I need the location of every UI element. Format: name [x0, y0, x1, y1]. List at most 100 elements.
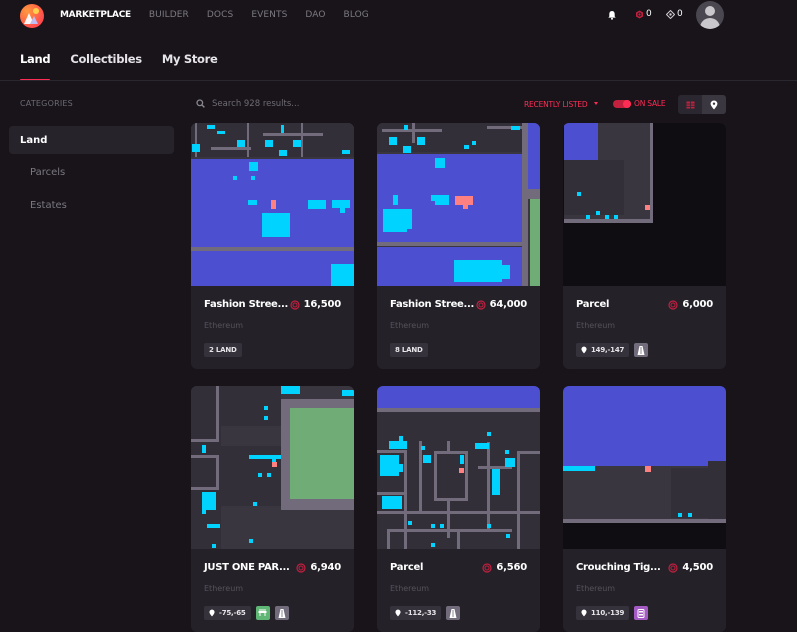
card-tags: 8 LAND [390, 343, 428, 357]
card-price: 64,000 [476, 299, 527, 310]
on-sale-label: ON SALE [634, 99, 666, 108]
land-card[interactable]: JUST ONE PAR... 6,940 Ethereum -75,-65 [191, 386, 354, 632]
sidebar-item-parcels[interactable]: Parcels [9, 158, 174, 186]
land-card[interactable]: Crouching Tig... 4,500 Ethereum 110,-139 [563, 386, 726, 632]
land-card[interactable]: Fashion Stree... 16,500 Ethereum 2 LAND [191, 123, 354, 369]
section-tabs: Land Collectibles My Store [20, 52, 238, 81]
eth-balance-value: 0 [677, 9, 683, 19]
card-network: Ethereum [390, 584, 430, 593]
district-proximity-icon [634, 606, 649, 620]
eth-balance[interactable]: 0 [666, 9, 683, 19]
land-map-thumbnail [191, 386, 354, 549]
on-sale-toggle[interactable] [613, 99, 631, 108]
header-divider [0, 80, 797, 81]
mana-balance[interactable]: 0 [635, 9, 652, 19]
mana-icon [476, 299, 486, 310]
card-network: Ethereum [576, 321, 616, 330]
road-proximity-icon [634, 343, 649, 357]
card-network: Ethereum [390, 321, 430, 330]
card-title: Fashion Stree... [204, 299, 289, 310]
estate-size-badge: 2 LAND [204, 343, 242, 357]
land-map-thumbnail [563, 123, 726, 286]
on-sale-toggle-group: ON SALE [613, 99, 666, 108]
land-map-thumbnail [563, 386, 726, 549]
coordinates-value: 110,-139 [591, 609, 625, 617]
card-price-value: 6,560 [496, 562, 527, 573]
land-card[interactable]: Parcel 6,000 Ethereum 149,-147 [563, 123, 726, 369]
mana-icon [668, 299, 678, 310]
nav-marketplace[interactable]: MARKETPLACE [60, 10, 131, 20]
card-network: Ethereum [204, 584, 244, 593]
map-pin-icon [209, 609, 215, 617]
card-tags: -112,-33 [390, 606, 461, 620]
map-pin-icon [710, 100, 718, 109]
map-view-button[interactable] [702, 95, 726, 114]
card-price-value: 4,500 [682, 562, 713, 573]
road-proximity-icon [274, 606, 289, 620]
mana-icon [482, 562, 492, 573]
tab-collectibles[interactable]: Collectibles [70, 52, 142, 80]
card-network: Ethereum [204, 321, 244, 330]
user-avatar-icon[interactable] [696, 1, 724, 29]
land-card[interactable]: Fashion Stree... 64,000 Ethereum 8 LAND [377, 123, 540, 369]
plaza-proximity-icon [255, 606, 270, 620]
tab-land[interactable]: Land [20, 52, 51, 81]
land-card[interactable]: Parcel 6,560 Ethereum -112,-33 [377, 386, 540, 632]
card-tags: 110,-139 [576, 606, 649, 620]
card-price: 6,560 [482, 562, 527, 573]
card-price: 6,940 [296, 562, 341, 573]
tab-my-store[interactable]: My Store [162, 52, 218, 80]
sort-label: RECENTLY LISTED [524, 100, 588, 109]
coordinates-value: 149,-147 [591, 346, 625, 354]
categories-heading: CATEGORIES [20, 99, 73, 108]
bell-icon[interactable] [607, 10, 617, 20]
nav-docs[interactable]: DOCS [207, 10, 233, 20]
card-tags: 2 LAND [204, 343, 242, 357]
card-price-value: 64,000 [489, 299, 528, 310]
grid-icon [686, 101, 694, 108]
map-pin-icon [581, 609, 587, 617]
coordinates-badge: 110,-139 [576, 606, 630, 620]
card-tags: 149,-147 [576, 343, 649, 357]
card-price-value: 16,500 [303, 299, 342, 310]
estate-size-badge: 8 LAND [390, 343, 428, 357]
decentraland-logo[interactable] [20, 4, 44, 28]
coordinates-value: -112,-33 [405, 609, 437, 617]
sidebar-item-estates[interactable]: Estates [9, 191, 174, 219]
nav-events[interactable]: EVENTS [251, 10, 287, 20]
view-mode-switch [678, 95, 726, 114]
coordinates-badge: -112,-33 [390, 606, 442, 620]
sort-dropdown[interactable]: RECENTLY LISTED [524, 100, 598, 109]
mana-icon [668, 562, 678, 573]
card-title: Parcel [576, 299, 610, 310]
card-price-value: 6,000 [682, 299, 713, 310]
road-proximity-icon [446, 606, 461, 620]
sidebar-item-land[interactable]: Land [9, 126, 174, 154]
mana-icon [636, 10, 643, 18]
land-map-thumbnail [377, 123, 540, 286]
grid-view-button[interactable] [678, 95, 702, 114]
main-nav: MARKETPLACE BUILDER DOCS EVENTS DAO BLOG [60, 10, 387, 20]
card-title: JUST ONE PAR... [204, 562, 290, 573]
card-title: Fashion Stree... [390, 299, 475, 310]
search-icon [196, 99, 205, 108]
mana-icon [296, 562, 306, 573]
map-pin-icon [395, 609, 401, 617]
land-map-thumbnail [191, 123, 354, 286]
coordinates-badge: 149,-147 [576, 343, 630, 357]
ethereum-icon [666, 9, 675, 19]
card-network: Ethereum [576, 584, 616, 593]
card-title: Crouching Tig... [576, 562, 661, 573]
top-bar: MARKETPLACE BUILDER DOCS EVENTS DAO BLOG… [0, 0, 797, 32]
card-tags: -75,-65 [204, 606, 289, 620]
coordinates-value: -75,-65 [219, 609, 246, 617]
nav-blog[interactable]: BLOG [344, 10, 369, 20]
nav-dao[interactable]: DAO [305, 10, 325, 20]
card-price: 4,500 [668, 562, 713, 573]
search-input[interactable] [212, 96, 412, 112]
card-price: 16,500 [290, 299, 341, 310]
results-toolbar: RECENTLY LISTED ON SALE [190, 93, 730, 115]
chevron-down-icon [593, 101, 598, 105]
nav-builder[interactable]: BUILDER [149, 10, 189, 20]
mana-balance-value: 0 [646, 9, 652, 19]
